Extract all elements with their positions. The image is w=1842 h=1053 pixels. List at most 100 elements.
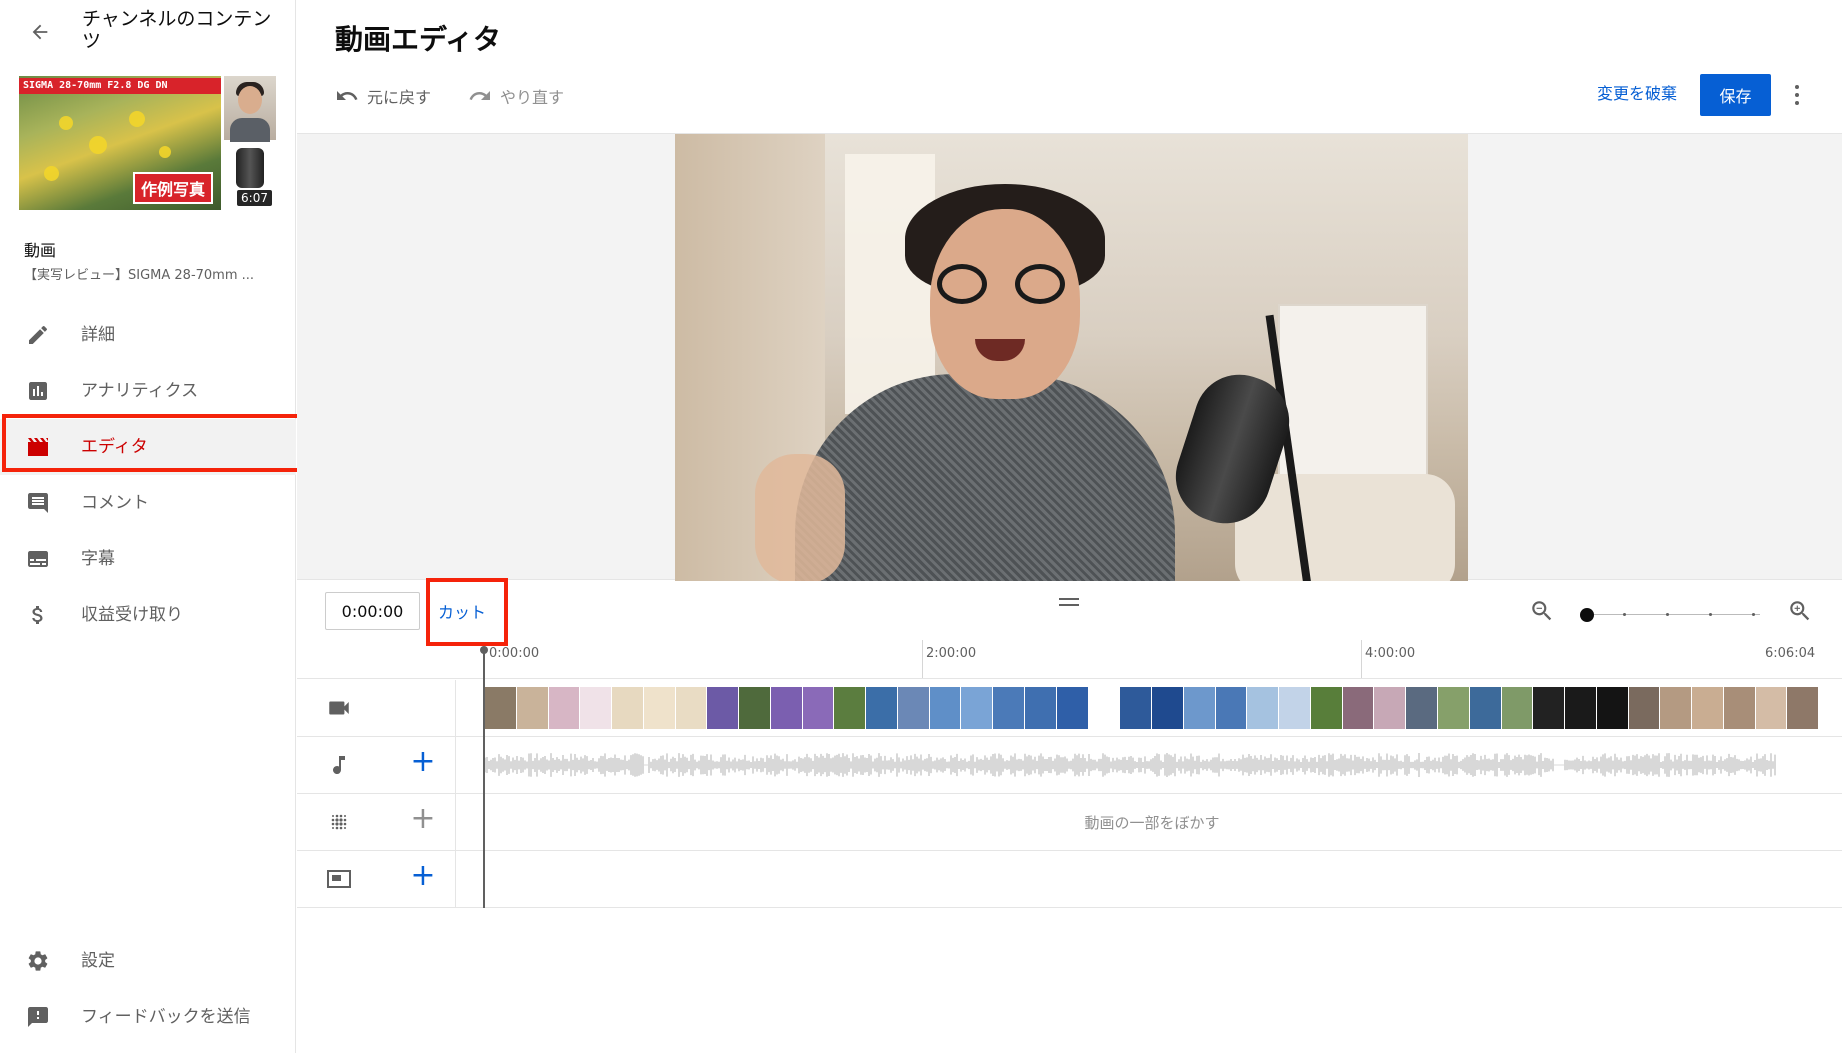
timeline-ruler[interactable]: 0:00:00 2:00:00 4:00:00 6:06:04: [297, 640, 1842, 679]
filmstrip-frame: [580, 687, 613, 729]
end-screen-icon: [325, 867, 353, 891]
blur-icon: [325, 810, 353, 834]
filmstrip-frame: [1342, 687, 1375, 729]
playhead[interactable]: [480, 646, 488, 908]
filmstrip-frame: [1437, 687, 1470, 729]
filmstrip-frame: [1692, 687, 1724, 729]
filmstrip-frame: [548, 687, 581, 729]
more-options-icon[interactable]: [1785, 78, 1809, 112]
cut-button[interactable]: カット: [438, 599, 486, 623]
zoom-track: [1580, 614, 1760, 615]
back-arrow-icon[interactable]: [22, 14, 58, 50]
discard-changes-button[interactable]: 変更を破棄: [1597, 80, 1677, 104]
video-filmstrip[interactable]: [485, 687, 1819, 729]
channel-content-title[interactable]: チャンネルのコンテンツ: [82, 8, 272, 52]
zoom-in-icon[interactable]: [1787, 598, 1813, 628]
filmstrip-frame: [643, 687, 676, 729]
filmstrip-frame: [897, 687, 930, 729]
filmstrip-frame: [1183, 687, 1216, 729]
zoom-step: [1623, 613, 1626, 616]
sidebar-item-label: 詳細: [81, 325, 115, 345]
redo-button[interactable]: やり直す: [468, 82, 564, 110]
filmstrip-frame: [993, 687, 1026, 729]
save-button[interactable]: 保存: [1700, 74, 1771, 116]
video-thumbnail[interactable]: SIGMA 28-70mm F2.8 DG DN 作例写真: [19, 76, 221, 210]
redo-icon: [469, 91, 490, 100]
dollar-icon: [24, 603, 52, 627]
thumbnail-flower: [44, 166, 59, 181]
video-track: [297, 680, 1842, 737]
zoom-knob[interactable]: [1580, 608, 1594, 622]
filmstrip-frame: [1755, 687, 1788, 729]
lens-image: [236, 148, 264, 188]
blur-track-label: 動画の一部をぼかす: [1084, 814, 1220, 832]
main-content: 動画エディタ 元に戻す やり直す 変更を破棄 保存 0:00:00 カット 0:…: [297, 0, 1842, 1053]
track-divider: [455, 794, 456, 851]
filmstrip-frame: [1501, 687, 1534, 729]
filmstrip-frame: [834, 687, 867, 729]
preview-person-hand: [755, 454, 845, 581]
add-audio-icon[interactable]: +: [409, 747, 437, 777]
filmstrip-frame: [485, 687, 517, 729]
filmstrip-frame: [739, 687, 771, 729]
sidebar-item-label: 収益受け取り: [81, 605, 183, 625]
ruler-tick: [922, 640, 923, 678]
filmstrip-frame: [770, 687, 803, 729]
preview-window: [845, 154, 935, 414]
sidebar-item-label: 字幕: [81, 549, 115, 569]
video-section-label: 動画: [24, 241, 57, 260]
preview-glasses: [937, 264, 987, 304]
video-title: 【実写レビュー】SIGMA 28-70mm ...: [24, 268, 255, 283]
undo-button[interactable]: 元に戻す: [335, 82, 431, 110]
blur-track: + 動画の一部をぼかす: [297, 794, 1842, 851]
thumbnail-flower: [59, 116, 73, 130]
thumbnail-flower: [159, 146, 171, 158]
sidebar-item-settings[interactable]: 設定: [0, 933, 296, 989]
sidebar-item-monetization[interactable]: 収益受け取り: [0, 587, 296, 643]
filmstrip-frame: [961, 687, 994, 729]
sidebar-item-label: アナリティクス: [81, 381, 199, 401]
sidebar-item-label: コメント: [81, 493, 149, 513]
sidebar-item-editor[interactable]: エディタ: [0, 419, 296, 475]
undo-label: 元に戻す: [367, 88, 432, 107]
filmstrip-frame: [1406, 687, 1438, 729]
clapperboard-icon: [24, 435, 52, 459]
zoom-out-icon[interactable]: [1529, 598, 1555, 628]
thumbnail-overlay-text: 作例写真: [132, 172, 213, 204]
zoom-slider[interactable]: [1580, 608, 1760, 622]
sidebar-item-subtitles[interactable]: 字幕: [0, 531, 296, 587]
zoom-step: [1666, 613, 1669, 616]
track-divider: [455, 851, 456, 908]
music-note-icon: [325, 753, 353, 777]
preview-person-head: [930, 209, 1080, 399]
filmstrip-frame: [1310, 687, 1343, 729]
filmstrip-frame: [866, 687, 898, 729]
add-end-screen-icon[interactable]: +: [409, 861, 437, 891]
current-time-field[interactable]: 0:00:00: [325, 592, 420, 630]
sidebar-item-feedback[interactable]: フィードバックを送信: [0, 989, 296, 1045]
audio-waveform[interactable]: [485, 749, 1819, 781]
page-title: 動画エディタ: [335, 23, 502, 56]
analytics-icon: [24, 379, 52, 403]
video-thumbnail-side: 6:07: [224, 76, 276, 210]
filmstrip-frame: [707, 687, 740, 729]
gear-icon: [24, 949, 52, 973]
sidebar: チャンネルのコンテンツ SIGMA 28-70mm F2.8 DG DN 作例写…: [0, 0, 296, 1053]
filmstrip-frame: [1565, 687, 1597, 729]
undo-icon: [337, 91, 358, 100]
resize-handle[interactable]: [1059, 598, 1079, 606]
ruler-label: 4:00:00: [1365, 646, 1416, 661]
filmstrip-frame: [1660, 687, 1693, 729]
filmstrip-frame: [1279, 687, 1311, 729]
filmstrip-frame: [516, 687, 549, 729]
thumbnail-banner-text: SIGMA 28-70mm F2.8 DG DN: [19, 78, 221, 94]
sidebar-item-comments[interactable]: コメント: [0, 475, 296, 531]
video-preview[interactable]: [675, 134, 1468, 581]
sidebar-item-analytics[interactable]: アナリティクス: [0, 363, 296, 419]
preview-glasses: [1015, 264, 1065, 304]
filmstrip-frame: [1215, 687, 1248, 729]
zoom-step: [1709, 613, 1712, 616]
portrait-shirt: [230, 118, 270, 142]
add-blur-icon[interactable]: +: [409, 804, 437, 834]
sidebar-item-details[interactable]: 詳細: [0, 307, 296, 363]
